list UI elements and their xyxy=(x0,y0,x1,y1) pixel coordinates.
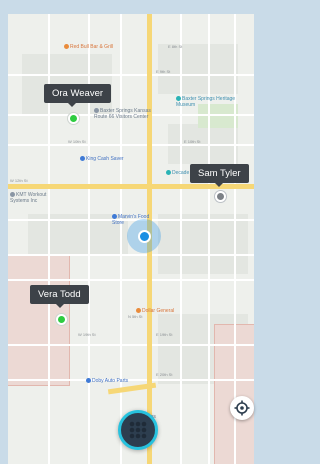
business-icon xyxy=(10,192,15,198)
map-view[interactable]: W 12th St E 12th St W 19th St E 19th St … xyxy=(8,14,254,464)
museum-icon xyxy=(176,96,181,102)
poi-kmt: KMT Workout Systems Inc xyxy=(10,192,47,204)
food-icon xyxy=(64,44,69,50)
cart-icon xyxy=(80,156,85,162)
street-label: E 10th St xyxy=(184,139,201,144)
street-label: E 20th St xyxy=(156,372,173,377)
info-icon xyxy=(94,108,99,114)
current-location-dot[interactable] xyxy=(138,230,151,243)
street-label: E 19th St xyxy=(156,332,173,337)
user-marker-sam-tyler[interactable] xyxy=(215,191,226,202)
user-marker-ora-weaver[interactable] xyxy=(68,113,79,124)
street-label: W 10th St xyxy=(68,139,86,144)
main-menu-button[interactable] xyxy=(118,410,158,450)
marker-label-vera-todd[interactable]: Vera Todd xyxy=(30,285,89,308)
cart-icon xyxy=(112,214,117,220)
poi-king-cash: King Cash Saver xyxy=(80,156,124,162)
poi-visitors-center: Baxter Springs Kansas Route 66 Visitors … xyxy=(94,108,151,120)
street-label: E 8th St xyxy=(168,44,183,49)
street-label: W 19th St xyxy=(78,332,96,337)
street-label: W 12th St xyxy=(10,178,28,183)
store-icon xyxy=(136,308,141,314)
place-icon xyxy=(166,170,171,176)
marker-label-sam-tyler[interactable]: Sam Tyler xyxy=(190,164,249,187)
poi-restaurant: Red Bull Bar & Grill xyxy=(64,44,113,50)
locate-button[interactable] xyxy=(230,396,254,420)
poi-auto-parts: Doby Auto Parts xyxy=(86,378,128,384)
marker-label-ora-weaver[interactable]: Ora Weaver xyxy=(44,84,112,107)
poi-dollar-general: Dollar General xyxy=(136,308,174,314)
poi-museum: Baxter Springs Heritage Museum xyxy=(176,96,236,108)
street-label: N 5th St xyxy=(128,314,143,319)
crosshair-icon xyxy=(234,400,250,416)
car-icon xyxy=(86,378,91,384)
grid-menu-icon xyxy=(129,421,147,439)
street-label: E 9th St xyxy=(156,69,171,74)
user-marker-vera-todd[interactable] xyxy=(56,314,67,325)
